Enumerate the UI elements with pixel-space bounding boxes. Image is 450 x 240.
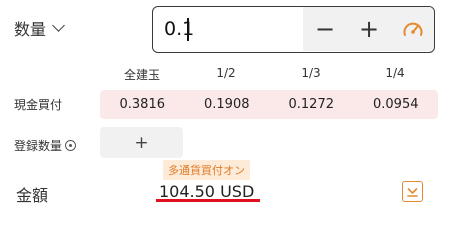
column-header-half: 1/2: [216, 66, 236, 80]
decrement-button[interactable]: −: [303, 7, 347, 51]
registered-quantity: 登録数量: [14, 137, 77, 154]
quantity-input[interactable]: [153, 7, 303, 51]
quantity-stepper: − +: [152, 6, 435, 53]
quantity-label: 数量: [14, 20, 47, 39]
expand-button[interactable]: [402, 181, 423, 202]
quantity-controls: − +: [303, 7, 434, 51]
multi-currency-badge: 多通貨買付オン: [163, 160, 250, 180]
gauge-button[interactable]: [391, 7, 434, 51]
buy-value-quarter[interactable]: 0.0954: [354, 90, 439, 119]
chevron-down-icon: [52, 19, 65, 32]
amount-label: 金額: [16, 186, 49, 205]
buy-value-half[interactable]: 0.1908: [185, 90, 270, 119]
text-cursor: [187, 18, 189, 41]
expand-down-icon: [407, 187, 418, 197]
add-registered-quantity-button[interactable]: +: [100, 127, 183, 158]
column-header-quarter: 1/4: [385, 66, 405, 80]
cash-buy-label: 現金買付: [14, 98, 63, 112]
buy-value-all[interactable]: 0.3816: [100, 90, 185, 119]
buy-value-third[interactable]: 0.1272: [269, 90, 354, 119]
column-header-all: 全建玉: [123, 68, 160, 82]
target-icon[interactable]: [65, 140, 77, 151]
registered-quantity-label: 登録数量: [14, 139, 63, 153]
amount-underline: [156, 199, 260, 202]
column-header-third: 1/3: [301, 66, 321, 80]
increment-button[interactable]: +: [347, 7, 391, 51]
quantity-selector[interactable]: 数量: [14, 16, 65, 40]
cash-buy-row: 0.3816 0.1908 0.1272 0.0954: [100, 90, 438, 119]
gauge-icon: [403, 22, 422, 36]
